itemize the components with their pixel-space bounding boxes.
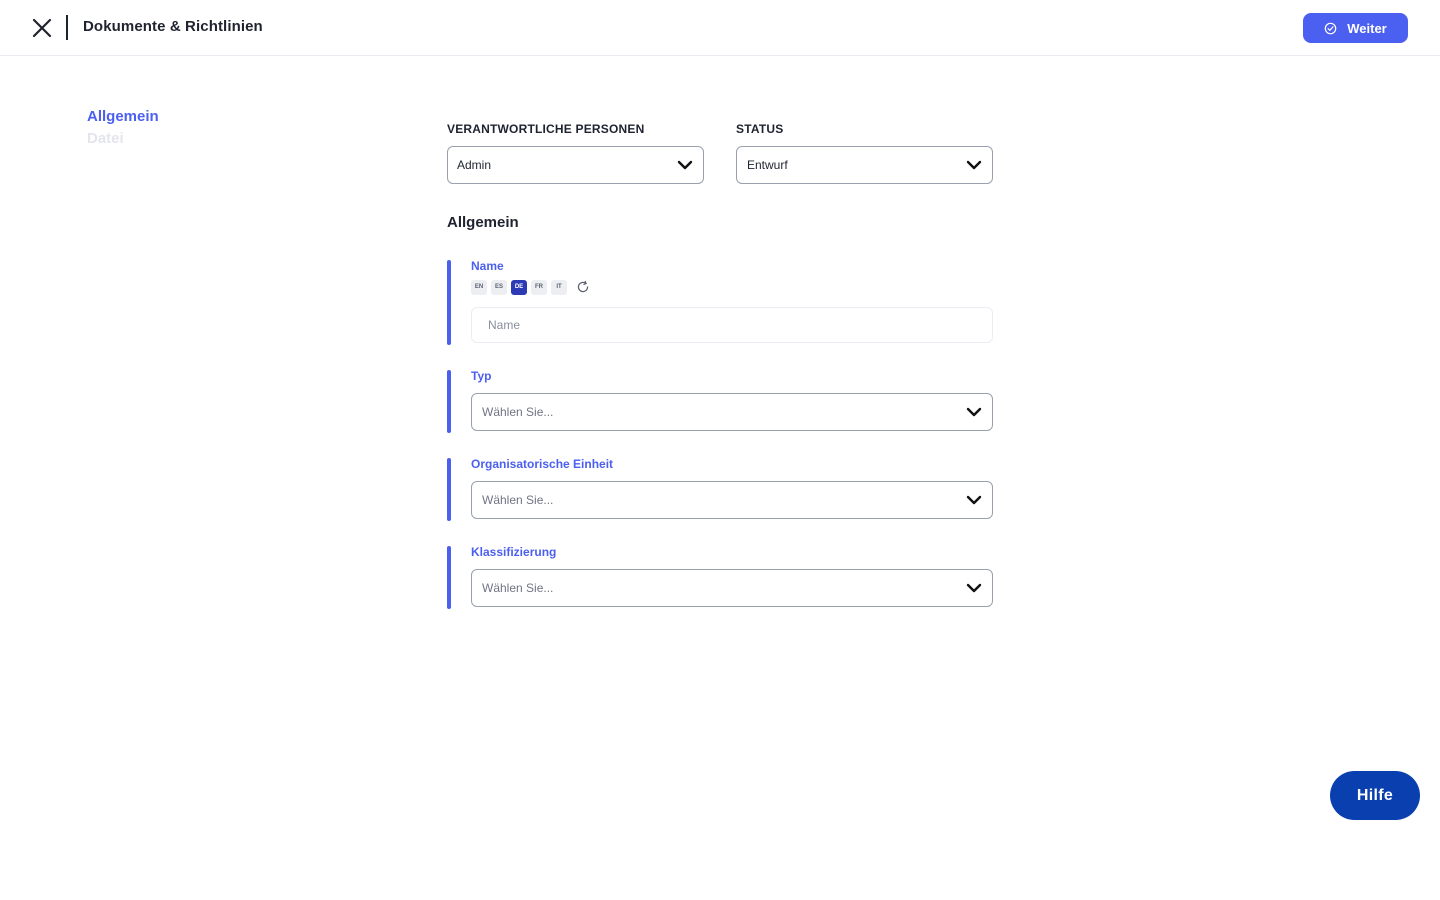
type-select-placeholder: Wählen Sie... <box>482 405 554 419</box>
page-title: Dokumente & Richtlinien <box>83 18 263 35</box>
language-switcher: EN ES DE FR IT <box>471 279 591 295</box>
header-divider <box>66 15 68 40</box>
type-label: Typ <box>471 369 492 383</box>
responsible-persons-value: Admin <box>457 158 492 172</box>
status-value: Entwurf <box>747 158 788 172</box>
chevron-down-icon <box>966 407 982 417</box>
help-button[interactable]: Hilfe <box>1330 771 1420 820</box>
responsible-persons-label: VERANTWORTLICHE PERSONEN <box>447 122 645 136</box>
name-label: Name <box>471 259 504 273</box>
sidenav-item-file[interactable]: Datei <box>87 128 159 150</box>
section-heading-general: Allgemein <box>447 214 519 231</box>
chevron-down-icon <box>966 160 982 170</box>
side-navigation: Allgemein Datei <box>87 106 159 150</box>
refresh-icon <box>577 280 589 293</box>
name-group-bar <box>447 260 451 345</box>
lang-chip-en[interactable]: EN <box>471 279 487 295</box>
chevron-down-icon <box>966 583 982 593</box>
lang-chip-es[interactable]: ES <box>491 279 507 295</box>
lang-chip-fr[interactable]: FR <box>531 279 547 295</box>
close-button[interactable] <box>30 16 54 40</box>
org-unit-select-placeholder: Wählen Sie... <box>482 493 554 507</box>
classification-select[interactable]: Wählen Sie... <box>471 569 993 607</box>
lang-chip-de[interactable]: DE <box>511 279 527 295</box>
status-label: STATUS <box>736 122 784 136</box>
org-unit-group-bar <box>447 458 451 521</box>
status-select[interactable]: Entwurf <box>736 146 993 184</box>
classification-select-placeholder: Wählen Sie... <box>482 581 554 595</box>
next-button-label: Weiter <box>1347 20 1387 36</box>
org-unit-label: Organisatorische Einheit <box>471 457 614 471</box>
type-select[interactable]: Wählen Sie... <box>471 393 993 431</box>
lang-chip-it[interactable]: IT <box>551 279 567 295</box>
check-circle-icon <box>1324 22 1337 34</box>
org-unit-select[interactable]: Wählen Sie... <box>471 481 993 519</box>
refresh-button[interactable] <box>575 279 591 295</box>
top-bar: Dokumente & Richtlinien Weiter <box>0 0 1440 56</box>
sidenav-item-general[interactable]: Allgemein <box>87 106 159 128</box>
classification-group-bar <box>447 546 451 609</box>
type-group-bar <box>447 370 451 433</box>
next-button[interactable]: Weiter <box>1303 13 1408 43</box>
chevron-down-icon <box>966 495 982 505</box>
close-icon <box>32 18 52 38</box>
classification-label: Klassifizierung <box>471 545 557 559</box>
name-input[interactable] <box>471 307 993 343</box>
chevron-down-icon <box>677 160 693 170</box>
responsible-persons-select[interactable]: Admin <box>447 146 704 184</box>
